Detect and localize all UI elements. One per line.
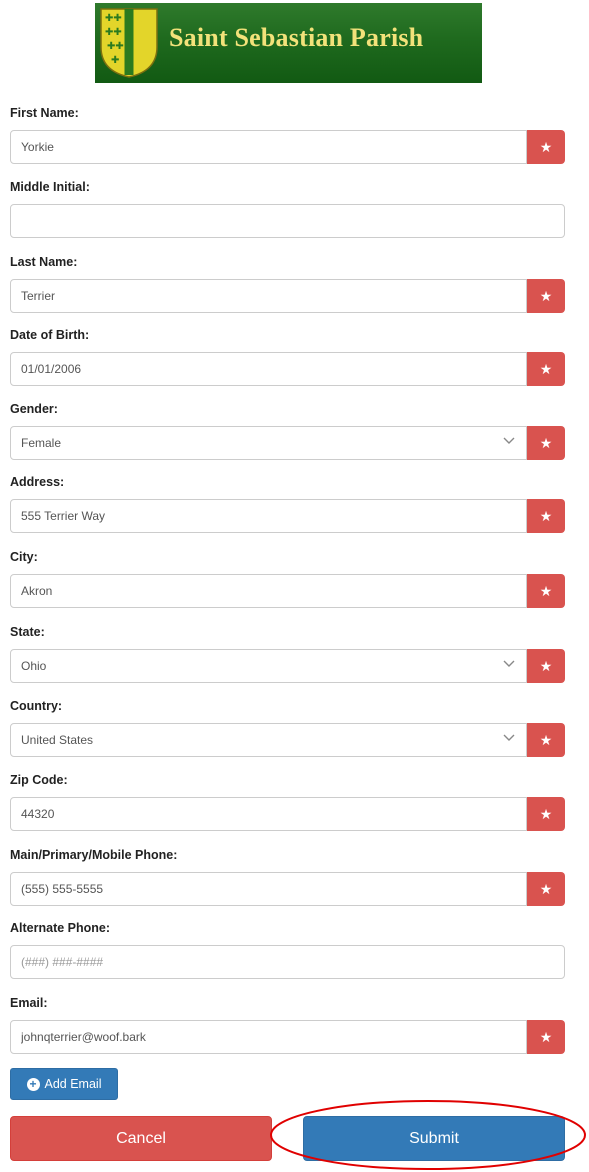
required-star-icon: ★ xyxy=(527,723,565,757)
required-star-icon: ★ xyxy=(527,1020,565,1054)
gender-select-value[interactable]: Female xyxy=(10,426,527,460)
submit-button[interactable]: Submit xyxy=(303,1116,565,1161)
city-label: City: xyxy=(10,550,38,564)
middle-initial-group: Middle Initial: xyxy=(10,178,565,238)
alt-phone-group: Alternate Phone: xyxy=(10,919,565,979)
phone-group: Main/Primary/Mobile Phone: ★ xyxy=(10,846,565,906)
svg-text:✚✚: ✚✚ xyxy=(105,13,122,24)
zip-group: Zip Code: ★ xyxy=(10,771,565,831)
middle-initial-input[interactable] xyxy=(10,204,565,238)
email-input[interactable] xyxy=(10,1020,527,1054)
parish-banner: ✚✚ ✚✚ ✚✚ ✚ Saint Sebastian Parish xyxy=(95,3,482,83)
email-group: Email: ★ xyxy=(10,994,565,1054)
state-select[interactable]: Ohio xyxy=(10,649,527,683)
submit-label: Submit xyxy=(409,1129,459,1147)
add-email-button[interactable]: + Add Email xyxy=(10,1068,118,1100)
alt-phone-label: Alternate Phone: xyxy=(10,921,111,935)
state-group: State: Ohio ★ xyxy=(10,623,565,683)
email-label: Email: xyxy=(10,996,48,1010)
dob-input[interactable] xyxy=(10,352,527,386)
last-name-group: Last Name: ★ xyxy=(10,253,565,313)
address-label: Address: xyxy=(10,475,65,489)
state-select-value[interactable]: Ohio xyxy=(10,649,527,683)
address-input[interactable] xyxy=(10,499,527,533)
phone-input[interactable] xyxy=(10,872,527,906)
required-star-icon: ★ xyxy=(527,649,565,683)
parish-name: Saint Sebastian Parish xyxy=(169,23,424,52)
address-group: Address: ★ xyxy=(10,473,565,533)
cancel-label: Cancel xyxy=(116,1129,166,1147)
zip-label: Zip Code: xyxy=(10,773,68,787)
state-label: State: xyxy=(10,625,45,639)
first-name-input[interactable] xyxy=(10,130,527,164)
phone-label: Main/Primary/Mobile Phone: xyxy=(10,848,178,862)
zip-input[interactable] xyxy=(10,797,527,831)
parish-shield-logo: ✚✚✚✚✚✚✚ xyxy=(100,8,158,78)
svg-text:✚✚: ✚✚ xyxy=(105,27,122,38)
country-group: Country: United States ★ xyxy=(10,697,565,757)
svg-text:✚: ✚ xyxy=(111,55,119,66)
gender-group: Gender: Female ★ xyxy=(10,400,565,460)
city-input[interactable] xyxy=(10,574,527,608)
first-name-group: First Name: ★ xyxy=(10,104,565,164)
last-name-label: Last Name: xyxy=(10,255,78,269)
last-name-input[interactable] xyxy=(10,279,527,313)
middle-initial-label: Middle Initial: xyxy=(10,180,90,194)
required-star-icon: ★ xyxy=(527,574,565,608)
required-star-icon: ★ xyxy=(527,279,565,313)
plus-circle-icon: + xyxy=(26,1077,40,1091)
alt-phone-input[interactable] xyxy=(10,945,565,979)
required-star-icon: ★ xyxy=(527,426,565,460)
first-name-label: First Name: xyxy=(10,106,79,120)
country-select-value[interactable]: United States xyxy=(10,723,527,757)
dob-group: Date of Birth: ★ xyxy=(10,326,565,386)
required-star-icon: ★ xyxy=(527,130,565,164)
chevron-down-icon xyxy=(503,660,515,667)
country-label: Country: xyxy=(10,699,63,713)
required-star-icon: ★ xyxy=(527,872,565,906)
add-email-label: Add Email xyxy=(44,1077,102,1091)
gender-select[interactable]: Female xyxy=(10,426,527,460)
svg-text:✚✚: ✚✚ xyxy=(107,41,124,52)
required-star-icon: ★ xyxy=(527,352,565,386)
chevron-down-icon xyxy=(503,437,515,444)
cancel-button[interactable]: Cancel xyxy=(10,1116,272,1161)
city-group: City: ★ xyxy=(10,548,565,608)
gender-label: Gender: xyxy=(10,402,58,416)
chevron-down-icon xyxy=(503,734,515,741)
required-star-icon: ★ xyxy=(527,499,565,533)
country-select[interactable]: United States xyxy=(10,723,527,757)
required-star-icon: ★ xyxy=(527,797,565,831)
dob-label: Date of Birth: xyxy=(10,328,90,342)
